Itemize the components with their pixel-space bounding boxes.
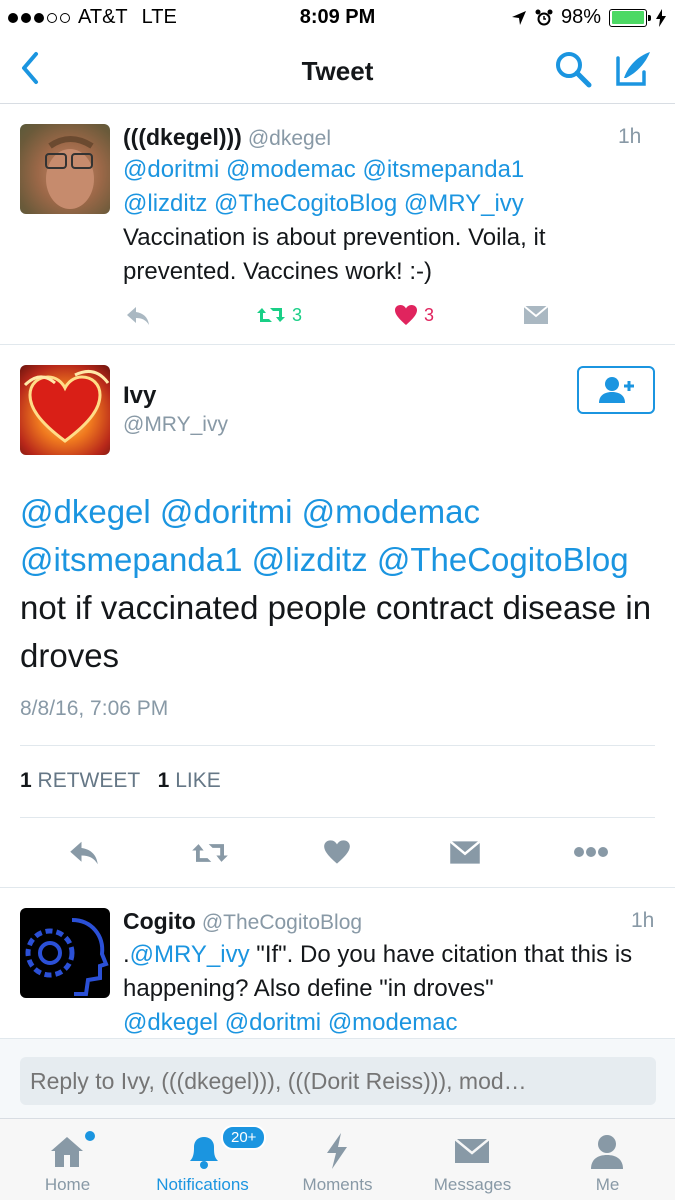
notification-badge: 20+ bbox=[221, 1125, 267, 1150]
reply-icon[interactable] bbox=[66, 838, 102, 868]
mention-link[interactable]: @itsmepanda1 bbox=[362, 156, 524, 183]
battery-icon bbox=[609, 8, 651, 27]
mention-link[interactable]: @itsmepanda1 bbox=[20, 541, 242, 578]
tweet-header: (((dkegel))) @dkegel bbox=[123, 124, 331, 151]
like-button[interactable]: 3 bbox=[394, 304, 434, 326]
mention-link[interactable]: @TheCogitoBlog bbox=[377, 541, 629, 578]
tab-moments[interactable]: Moments bbox=[270, 1119, 405, 1200]
mentions-line: @dkegel @doritmi @modemac bbox=[123, 1006, 643, 1039]
tweet-body: .@MRY_ivy "If". Do you have citation tha… bbox=[123, 938, 643, 1039]
mention-link[interactable]: @modemac bbox=[302, 493, 480, 530]
divider bbox=[20, 817, 655, 818]
tab-label: Home bbox=[44, 1175, 91, 1194]
tab-notifications[interactable]: 20+ Notifications bbox=[135, 1119, 270, 1200]
avatar[interactable] bbox=[20, 365, 110, 455]
follow-button[interactable] bbox=[577, 366, 655, 414]
direct-message-icon[interactable] bbox=[523, 305, 549, 325]
compose-tweet-icon[interactable] bbox=[614, 48, 654, 88]
tweet-prefix: . bbox=[123, 941, 130, 968]
direct-message-icon[interactable] bbox=[449, 840, 481, 865]
status-bar: AT&T LTE 8:09 PM 98% bbox=[0, 0, 675, 36]
mentions-line: @itsmepanda1 @lizditz @TheCogitoBlog bbox=[20, 536, 660, 584]
tweet-cogito[interactable]: Cogito @TheCogitoBlog 1h .@MRY_ivy "If". … bbox=[0, 889, 675, 1039]
add-user-icon bbox=[599, 377, 634, 403]
tweet-text: Vaccination is about prevention. Voila, … bbox=[123, 224, 546, 285]
person-icon bbox=[591, 1135, 623, 1169]
user-handle[interactable]: @dkegel bbox=[248, 127, 331, 150]
tab-label: Moments bbox=[302, 1175, 373, 1194]
tab-label: Notifications bbox=[156, 1175, 249, 1194]
mention-link[interactable]: @doritmi bbox=[160, 493, 293, 530]
mentions-line: @doritmi @modemac @itsmepanda1 bbox=[123, 153, 643, 187]
back-chevron-icon[interactable] bbox=[16, 50, 46, 86]
new-content-dot bbox=[85, 1131, 95, 1141]
tab-home[interactable]: Home bbox=[0, 1119, 135, 1200]
avatar[interactable] bbox=[20, 908, 110, 998]
mention-link[interactable]: @modemac bbox=[226, 156, 356, 183]
tab-label: Me bbox=[595, 1175, 620, 1194]
lightning-icon bbox=[327, 1133, 347, 1169]
reply-input[interactable] bbox=[20, 1057, 656, 1105]
alarm-clock-icon bbox=[535, 9, 553, 25]
retweet-button[interactable]: 3 bbox=[256, 304, 302, 326]
tweet-dkegel[interactable]: (((dkegel))) @dkegel 1h @doritmi @modemac… bbox=[0, 105, 675, 345]
tab-label: Messages bbox=[433, 1175, 512, 1194]
search-icon[interactable] bbox=[554, 50, 592, 88]
mention-link[interactable]: @modemac bbox=[328, 1009, 458, 1036]
reply-bar bbox=[0, 1038, 675, 1118]
engagement-stats: 1 RETWEET 1 LIKE bbox=[20, 769, 221, 793]
mention-link[interactable]: @lizditz bbox=[123, 190, 207, 217]
tweet-text: not if vaccinated people contract diseas… bbox=[20, 589, 652, 674]
retweets-stat[interactable]: 1 RETWEET bbox=[20, 769, 140, 792]
avatar[interactable] bbox=[20, 124, 110, 214]
user-handle[interactable]: @TheCogitoBlog bbox=[202, 911, 362, 934]
tab-bar: Home 20+ Notifications Moments Messages … bbox=[0, 1118, 675, 1200]
mention-link[interactable]: @dkegel bbox=[20, 493, 151, 530]
user-handle[interactable]: @MRY_ivy bbox=[123, 413, 228, 437]
divider bbox=[20, 745, 655, 746]
mention-link[interactable]: @MRY_ivy bbox=[404, 190, 524, 217]
user-name[interactable]: Ivy bbox=[123, 382, 156, 410]
tab-me[interactable]: Me bbox=[540, 1119, 675, 1200]
envelope-icon bbox=[454, 1138, 490, 1163]
charging-bolt-icon bbox=[656, 8, 666, 27]
tweet-timestamp: 8/8/16, 7:06 PM bbox=[20, 697, 169, 720]
mentions-line: @dkegel @doritmi @modemac bbox=[20, 488, 660, 536]
heart-icon bbox=[395, 305, 417, 325]
mention-link[interactable]: @lizditz bbox=[252, 541, 368, 578]
like-count: 3 bbox=[424, 304, 435, 325]
mention-link[interactable]: @MRY_ivy bbox=[130, 941, 250, 968]
tweet-time: 1h bbox=[618, 125, 642, 148]
main-tweet-body: @dkegel @doritmi @modemac @itsmepanda1 @… bbox=[20, 488, 660, 680]
tweet-body: @doritmi @modemac @itsmepanda1 @lizditz … bbox=[123, 153, 643, 289]
heart-icon[interactable] bbox=[323, 839, 351, 865]
status-right: 98% bbox=[511, 6, 667, 29]
mentions-line: @lizditz @TheCogitoBlog @MRY_ivy bbox=[123, 187, 643, 221]
mention-link[interactable]: @TheCogitoBlog bbox=[214, 190, 397, 217]
home-icon bbox=[51, 1137, 83, 1167]
mention-link[interactable]: @doritmi bbox=[225, 1009, 321, 1036]
bell-icon bbox=[190, 1137, 218, 1169]
likes-stat[interactable]: 1 LIKE bbox=[158, 769, 221, 792]
reply-icon[interactable] bbox=[124, 304, 152, 328]
mention-link[interactable]: @doritmi bbox=[123, 156, 219, 183]
location-arrow-icon bbox=[511, 10, 526, 25]
retweet-count: 3 bbox=[292, 304, 303, 325]
battery-percent: 98% bbox=[560, 6, 601, 28]
retweet-icon[interactable] bbox=[190, 839, 230, 867]
mention-link[interactable]: @dkegel bbox=[123, 1009, 218, 1036]
tweet-time: 1h bbox=[631, 909, 655, 932]
retweet-icon bbox=[257, 308, 285, 322]
user-name[interactable]: Cogito bbox=[123, 908, 196, 934]
tab-messages[interactable]: Messages bbox=[405, 1119, 540, 1200]
more-options-icon[interactable] bbox=[573, 846, 609, 858]
user-name[interactable]: (((dkegel))) bbox=[123, 124, 242, 150]
nav-bar: Tweet bbox=[0, 36, 675, 104]
tweet-header: Cogito @TheCogitoBlog bbox=[123, 908, 362, 935]
